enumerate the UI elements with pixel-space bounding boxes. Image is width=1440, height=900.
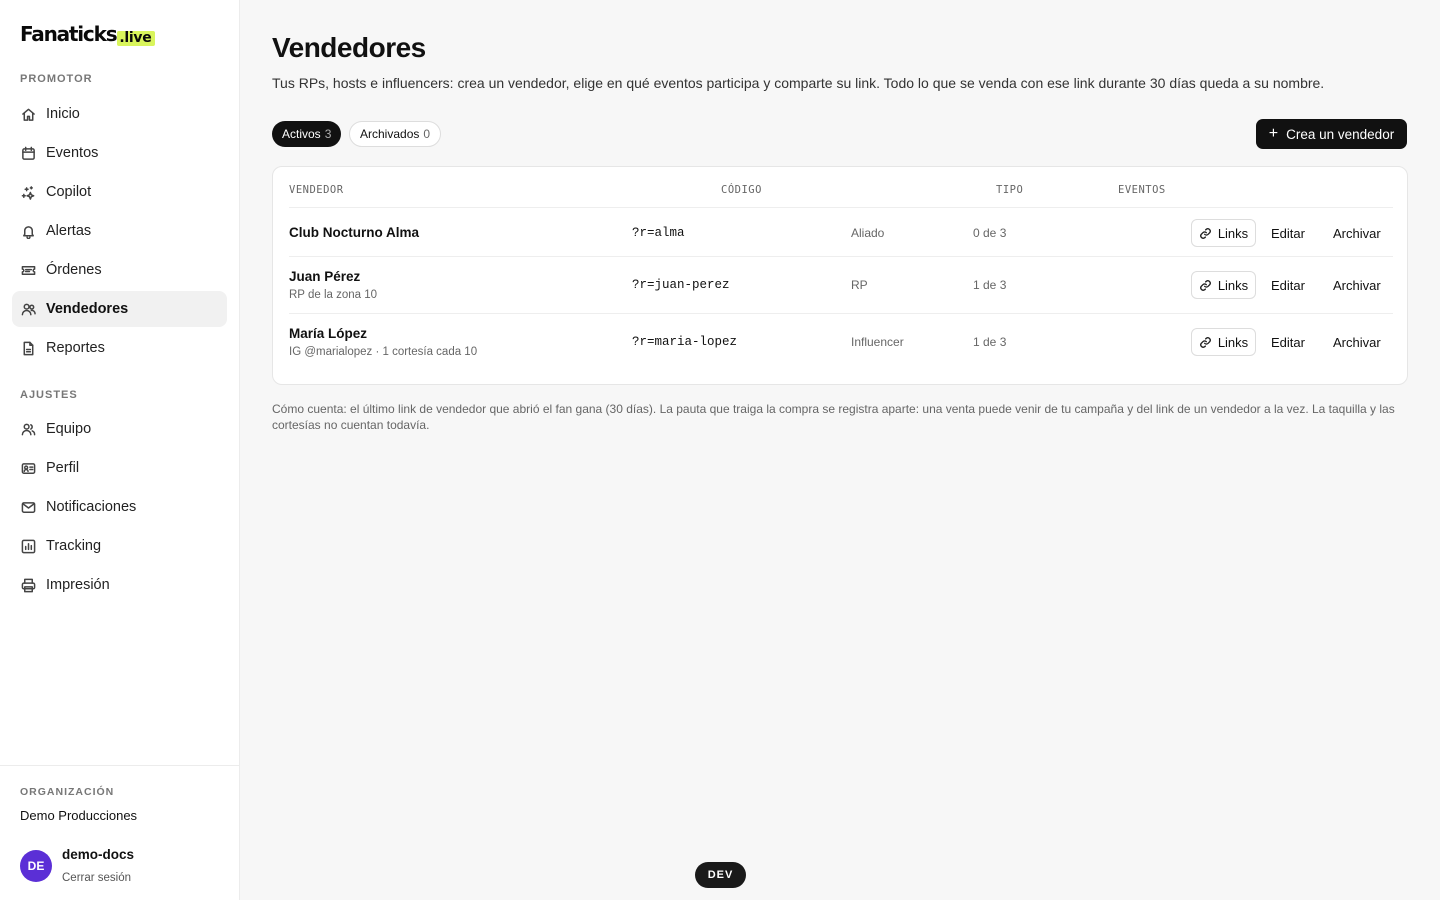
vendor-name: Juan Pérez: [289, 269, 361, 284]
users-icon: [20, 301, 36, 317]
org-label: ORGANIZACIÓN: [20, 786, 115, 798]
logo-live-tag: .live: [117, 31, 156, 46]
sparkles-icon: [20, 184, 36, 200]
calendar-icon: [20, 145, 36, 161]
chart-icon: [20, 538, 36, 554]
section-label-promotor: PROMOTOR: [20, 73, 93, 85]
vendor-events: 0 de 3: [973, 226, 1007, 240]
attribution-footnote: Cómo cuenta: el último link de vendedor …: [272, 402, 1395, 432]
archive-button[interactable]: Archivar: [1333, 335, 1381, 350]
user-name: demo-docs: [62, 847, 135, 862]
home-icon: [20, 106, 36, 122]
bell-icon: [20, 223, 36, 239]
sidebar-item-copilot[interactable]: Copilot: [12, 174, 227, 210]
sidebar-item-ordenes[interactable]: Órdenes: [12, 252, 227, 288]
sidebar-item-inicio[interactable]: Inicio: [12, 96, 227, 132]
section-label-ajustes: AJUSTES: [20, 389, 78, 401]
sidebar-item-label: Tracking: [46, 538, 102, 554]
sidebar-item-label: Alertas: [46, 223, 92, 239]
vendor-type: Aliado: [851, 226, 885, 240]
sidebar-item-label: Vendedores: [46, 301, 129, 317]
plus-icon: +: [1268, 125, 1279, 142]
table-row: María López IG @marialopez · 1 cortesía …: [289, 313, 1393, 370]
mail-icon: [20, 499, 36, 515]
vendor-code: ?r=juan-perez: [632, 278, 730, 292]
sidebar-item-notificaciones[interactable]: Notificaciones: [12, 489, 227, 525]
sidebar-item-label: Reportes: [46, 340, 105, 356]
column-header-vendedor: VENDEDOR: [289, 184, 344, 196]
sidebar-item-perfil[interactable]: Perfil: [12, 450, 227, 486]
main-content: Vendedores Tus RPs, hosts e influencers:…: [240, 0, 1440, 900]
sidebar-item-impresion[interactable]: Impresión: [12, 567, 227, 603]
sidebar-item-alertas[interactable]: Alertas: [12, 213, 227, 249]
sidebar-item-tracking[interactable]: Tracking: [12, 528, 227, 564]
table-row: Juan Pérez RP de la zona 10 ?r=juan-pere…: [289, 256, 1393, 313]
page-subtitle: Tus RPs, hosts e influencers: crea un ve…: [272, 75, 1325, 91]
environment-badge: DEV: [695, 862, 746, 888]
sidebar-item-label: Perfil: [46, 460, 80, 476]
sidebar-item-label: Equipo: [46, 421, 92, 437]
vendor-events: 1 de 3: [973, 278, 1007, 292]
edit-button[interactable]: Editar: [1271, 335, 1305, 350]
report-icon: [20, 340, 36, 356]
page-title: Vendedores: [272, 32, 426, 63]
team-icon: [20, 421, 36, 437]
vendor-code: ?r=maria-lopez: [632, 335, 738, 349]
vendor-name: Club Nocturno Alma: [289, 225, 419, 240]
sidebar-item-label: Copilot: [46, 184, 92, 200]
vendor-events: 1 de 3: [973, 335, 1007, 349]
tab-label: Archivados: [360, 127, 420, 141]
ticket-icon: [20, 262, 36, 278]
edit-button[interactable]: Editar: [1271, 226, 1305, 241]
vendor-type: RP: [851, 278, 868, 292]
column-header-codigo: CÓDIGO: [721, 184, 762, 196]
sidebar-item-vendedores[interactable]: Vendedores: [12, 291, 227, 327]
links-label: Links: [1217, 277, 1249, 293]
links-button[interactable]: Links: [1191, 219, 1256, 247]
logo-wordmark: Fanaticks: [20, 22, 118, 46]
org-name[interactable]: Demo Producciones: [20, 808, 137, 823]
create-vendor-button[interactable]: + Crea un vendedor: [1256, 119, 1407, 149]
archive-button[interactable]: Archivar: [1333, 278, 1381, 293]
sidebar-item-label: Inicio: [46, 106, 80, 122]
archive-button[interactable]: Archivar: [1333, 226, 1381, 241]
id-card-icon: [20, 460, 36, 476]
sidebar-item-reportes[interactable]: Reportes: [12, 330, 227, 366]
vendor-code: ?r=alma: [632, 226, 685, 240]
vendor-description: IG @marialopez · 1 cortesía cada 10: [289, 346, 478, 358]
vendors-table: VENDEDOR CÓDIGO TIPO EVENTOS Club Noctur…: [272, 166, 1408, 385]
edit-button[interactable]: Editar: [1271, 278, 1305, 293]
brand-logo[interactable]: Fanaticks .live: [20, 22, 156, 46]
sidebar-footer: ORGANIZACIÓN Demo Producciones DE demo-d…: [0, 765, 239, 900]
links-button[interactable]: Links: [1191, 271, 1256, 299]
links-label: Links: [1217, 334, 1249, 350]
sidebar-item-label: Impresión: [46, 577, 110, 593]
tab-activos[interactable]: Activos 3: [272, 121, 342, 147]
tab-archivados[interactable]: Archivados 0: [349, 121, 442, 147]
sidebar-item-label: Eventos: [46, 145, 99, 161]
column-header-eventos: EVENTOS: [1118, 184, 1166, 196]
link-icon: [1199, 279, 1211, 291]
vendor-name: María López: [289, 326, 368, 341]
sidebar-item-label: Órdenes: [46, 262, 102, 278]
tab-label: Activos: [282, 127, 321, 141]
link-icon: [1199, 227, 1211, 239]
tab-count: 0: [423, 127, 431, 141]
create-vendor-label: Crea un vendedor: [1286, 126, 1395, 142]
sidebar-item-label: Notificaciones: [46, 499, 137, 515]
sidebar-item-eventos[interactable]: Eventos: [12, 135, 227, 171]
avatar: DE: [20, 850, 52, 882]
logout-link[interactable]: Cerrar sesión: [62, 872, 131, 884]
tab-count: 3: [324, 127, 332, 141]
link-icon: [1199, 336, 1211, 348]
column-header-tipo: TIPO: [996, 184, 1024, 196]
links-button[interactable]: Links: [1191, 328, 1256, 356]
printer-icon: [20, 577, 36, 593]
table-row: Club Nocturno Alma ?r=alma Aliado 0 de 3…: [289, 207, 1393, 256]
sidebar-item-equipo[interactable]: Equipo: [12, 411, 227, 447]
vendor-description: RP de la zona 10: [289, 289, 378, 301]
sidebar: Fanaticks .live PROMOTOR Inicio Eventos C…: [0, 0, 240, 900]
vendor-type: Influencer: [851, 335, 904, 349]
links-label: Links: [1217, 225, 1249, 241]
